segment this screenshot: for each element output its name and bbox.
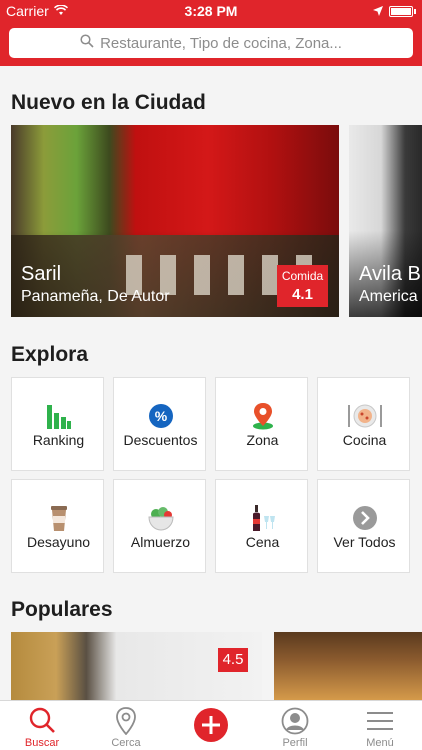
user-icon <box>253 707 337 735</box>
tile-cena[interactable]: Cena <box>215 479 308 573</box>
restaurant-cuisine: Panameña, De Autor <box>21 288 170 305</box>
hamburger-menu-icon <box>338 707 422 735</box>
svg-text:%: % <box>154 408 167 424</box>
restaurant-name: Avila B <box>359 263 421 285</box>
clock: 3:28 PM <box>184 3 238 19</box>
tab-add[interactable] <box>169 701 253 750</box>
discount-badge-icon: % <box>114 402 207 430</box>
restaurant-card-saril[interactable]: Saril Panameña, De Autor Comida 4.1 <box>11 125 339 317</box>
search-icon <box>0 707 84 735</box>
location-pin-icon <box>84 707 168 735</box>
rating-badge: 4.5 <box>218 648 248 672</box>
popular-title: Populares <box>11 598 113 621</box>
search-icon <box>80 34 94 52</box>
location-arrow-icon <box>373 3 383 19</box>
tab-cerca[interactable]: Cerca <box>84 701 168 750</box>
tile-descuentos[interactable]: % Descuentos <box>113 377 206 471</box>
popular-card[interactable] <box>274 632 422 700</box>
ranking-bars-icon <box>12 402 105 430</box>
tab-bar: Buscar Cerca Perfil Menú <box>0 700 422 750</box>
tile-desayuno[interactable]: Desayuno <box>11 479 104 573</box>
tile-ranking[interactable]: Ranking <box>11 377 104 471</box>
map-pin-icon <box>216 402 309 430</box>
tab-menu[interactable]: Menú <box>338 701 422 750</box>
tile-cocina[interactable]: Cocina <box>317 377 410 471</box>
status-bar: Carrier 3:28 PM <box>0 0 422 22</box>
salad-bowl-icon <box>114 504 207 532</box>
chevron-right-circle-icon <box>318 504 411 532</box>
tile-zona[interactable]: Zona <box>215 377 308 471</box>
wine-bottle-icon <box>216 504 309 532</box>
explore-title: Explora <box>11 343 89 366</box>
search-input[interactable]: Restaurante, Tipo de cocina, Zona... <box>9 28 413 58</box>
tile-almuerzo[interactable]: Almuerzo <box>113 479 206 573</box>
tab-buscar[interactable]: Buscar <box>0 701 84 750</box>
search-placeholder: Restaurante, Tipo de cocina, Zona... <box>100 34 342 52</box>
tab-perfil[interactable]: Perfil <box>253 701 337 750</box>
app-header: Carrier 3:28 PM Restaurante, Tipo de coc… <box>0 0 422 66</box>
plate-cutlery-icon <box>318 402 411 430</box>
rating-badge: Comida 4.1 <box>277 265 328 307</box>
battery-icon <box>389 5 413 17</box>
add-icon <box>169 707 253 743</box>
new-in-city-title: Nuevo en la Ciudad <box>11 91 206 114</box>
restaurant-name: Saril <box>21 263 62 285</box>
restaurant-card-avila[interactable]: Avila B America <box>349 125 422 317</box>
coffee-cup-icon <box>12 504 105 532</box>
tile-ver-todos[interactable]: Ver Todos <box>317 479 410 573</box>
restaurant-cuisine: America <box>359 288 418 305</box>
